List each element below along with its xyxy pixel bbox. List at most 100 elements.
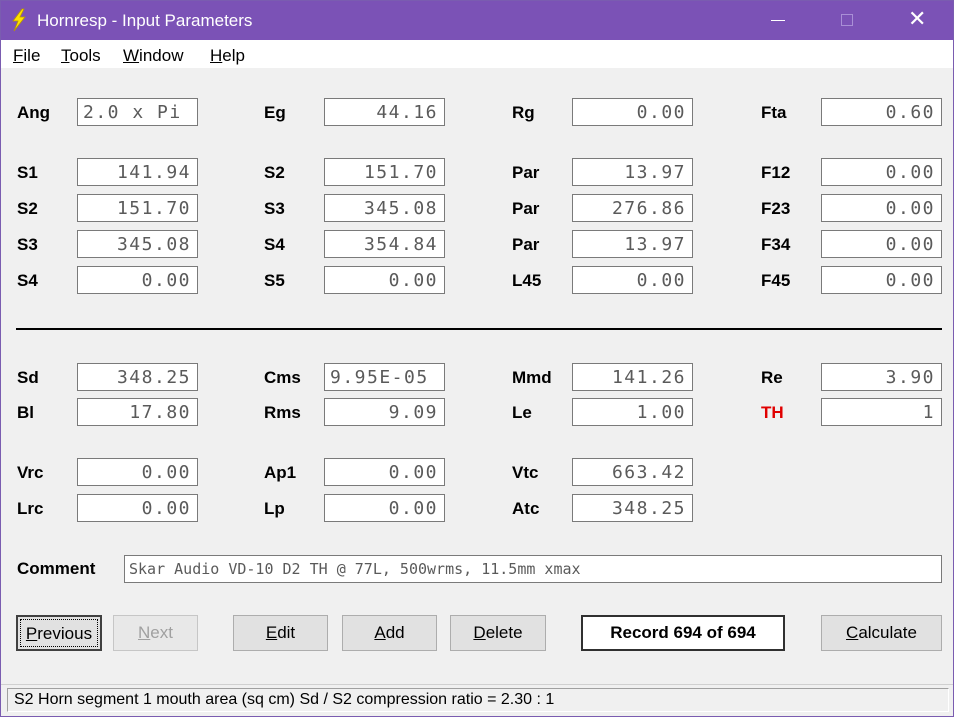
delete-label: elete [485,623,523,642]
label-th[interactable]: TH [761,403,784,423]
calculate-accel: C [846,623,859,642]
calculate-button[interactable]: Calculate [821,615,942,651]
status-bar: S2 Horn segment 1 mouth area (sq cm) Sd … [1,684,953,716]
field-rms[interactable]: 9.09 [324,398,445,426]
label-s2: S2 [264,163,285,182]
label-le: Le [512,403,532,422]
menu-help-accel: H [210,46,223,65]
label-s4: S4 [264,235,285,254]
edit-accel: E [265,623,278,642]
field-f45[interactable]: 0.00 [821,266,942,294]
menu-tools-accel: T [61,46,70,65]
hornresp-window: Hornresp - Input Parameters ✕ File Tools… [0,0,954,717]
title-bar[interactable]: Hornresp - Input Parameters ✕ [1,1,953,40]
maximize-button[interactable] [824,1,870,40]
label-mmd: Mmd [512,368,552,387]
label-sd: Sd [17,368,39,387]
menu-bar: File Tools Window Help [1,40,953,68]
field-mmd[interactable]: 141.26 [572,363,693,391]
menu-file-label: ile [23,46,41,65]
field-f23[interactable]: 0.00 [821,194,942,222]
field-f12[interactable]: 0.00 [821,158,942,186]
field-vrc[interactable]: 0.00 [77,458,198,486]
field-fta[interactable]: 0.60 [821,98,942,126]
section-divider [16,328,942,330]
field-cms[interactable]: 9.95E-05 [324,363,445,391]
close-button[interactable]: ✕ [894,1,940,40]
label-s3-row3: S3 [17,235,38,254]
previous-button[interactable]: Previous [16,615,102,651]
field-eg[interactable]: 44.16 [324,98,445,126]
minimize-button[interactable] [755,1,801,40]
delete-button[interactable]: Delete [450,615,546,651]
label-lrc: Lrc [17,499,44,518]
field-atc[interactable]: 348.25 [572,494,693,522]
field-rg[interactable]: 0.00 [572,98,693,126]
close-icon: ✕ [908,7,927,32]
field-l45[interactable]: 0.00 [572,266,693,294]
label-eg: Eg [264,103,286,122]
field-s3-row3[interactable]: 345.08 [77,230,198,258]
menu-help-label: elp [222,46,245,65]
label-s2-row2: S2 [17,199,38,218]
label-f12: F12 [761,163,791,182]
field-bl[interactable]: 17.80 [77,398,198,426]
menu-file-accel: F [13,46,24,65]
label-cms: Cms [264,368,301,387]
field-th[interactable]: 1 [821,398,942,426]
menu-window[interactable]: Window [123,46,183,66]
record-indicator: Record 694 of 694 [581,615,785,651]
field-vtc[interactable]: 663.42 [572,458,693,486]
label-f34: F34 [761,235,791,254]
next-button[interactable]: Next [113,615,198,651]
field-lp[interactable]: 0.00 [324,494,445,522]
edit-button[interactable]: Edit [233,615,328,651]
field-ap1[interactable]: 0.00 [324,458,445,486]
menu-tools[interactable]: Tools [61,46,101,66]
label-vrc: Vrc [17,463,44,482]
lightning-bolt-icon [12,8,26,32]
menu-file[interactable]: File [13,46,40,66]
label-ap1: Ap1 [264,463,297,482]
label-f23: F23 [761,199,791,218]
add-button[interactable]: Add [342,615,437,651]
window-title: Hornresp - Input Parameters [37,11,253,30]
comment-field[interactable]: Skar Audio VD-10 D2 TH @ 77L, 500wrms, 1… [124,555,942,583]
field-s3[interactable]: 345.08 [324,194,445,222]
field-s4-row4[interactable]: 0.00 [77,266,198,294]
label-rms: Rms [264,403,301,422]
field-s2[interactable]: 151.70 [324,158,445,186]
focus-ring [20,619,98,647]
calculate-label: alculate [858,623,917,642]
field-par2[interactable]: 276.86 [572,194,693,222]
label-s3: S3 [264,199,285,218]
label-l45: L45 [512,271,542,290]
label-comment: Comment [17,559,96,578]
label-s5: S5 [264,271,285,290]
label-bl: Bl [17,403,34,422]
next-accel: N [138,623,151,642]
menu-help[interactable]: Help [210,46,245,66]
field-lrc[interactable]: 0.00 [77,494,198,522]
status-text: S2 Horn segment 1 mouth area (sq cm) Sd … [7,688,949,712]
field-s4[interactable]: 354.84 [324,230,445,258]
menu-window-label: indow [139,46,184,65]
menu-window-accel: W [123,46,140,65]
add-label: dd [385,623,405,642]
field-le[interactable]: 1.00 [572,398,693,426]
label-par2: Par [512,199,540,218]
field-re[interactable]: 3.90 [821,363,942,391]
field-s5[interactable]: 0.00 [324,266,445,294]
label-par3: Par [512,235,540,254]
label-atc: Atc [512,499,540,518]
field-par1[interactable]: 13.97 [572,158,693,186]
field-s2-row2[interactable]: 151.70 [77,194,198,222]
field-par3[interactable]: 13.97 [572,230,693,258]
field-f34[interactable]: 0.00 [821,230,942,258]
label-par1: Par [512,163,540,182]
next-label: ext [150,623,173,642]
field-s1[interactable]: 141.94 [77,158,198,186]
minimize-icon [771,20,785,21]
field-sd[interactable]: 348.25 [77,363,198,391]
field-ang[interactable]: 2.0 x Pi [77,98,198,126]
